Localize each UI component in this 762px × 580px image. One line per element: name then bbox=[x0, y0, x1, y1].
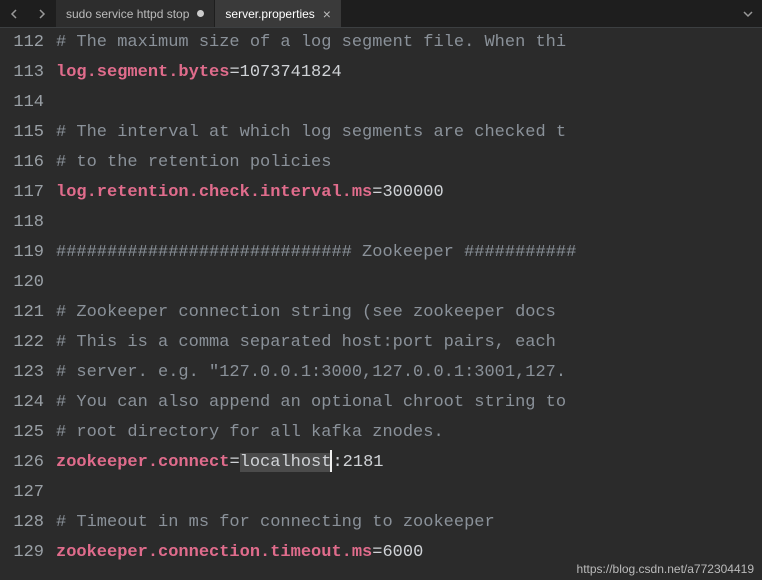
code-editor[interactable]: 1121131141151161171181191201211221231241… bbox=[0, 28, 762, 580]
selected-text: localhost bbox=[240, 453, 332, 472]
dirty-indicator-icon bbox=[197, 10, 204, 17]
code-line[interactable]: # server. e.g. "127.0.0.1:3000,127.0.0.1… bbox=[56, 358, 762, 388]
code-line[interactable]: # The maximum size of a log segment file… bbox=[56, 28, 762, 58]
code-line[interactable]: # You can also append an optional chroot… bbox=[56, 388, 762, 418]
tab-dropdown[interactable] bbox=[734, 0, 762, 27]
line-number: 123 bbox=[0, 358, 44, 388]
comment-text: # The interval at which log segments are… bbox=[56, 123, 566, 142]
line-number: 120 bbox=[0, 268, 44, 298]
property-value-rest: :2181 bbox=[332, 453, 383, 472]
line-number: 126 bbox=[0, 448, 44, 478]
tab-scroll-right[interactable] bbox=[28, 0, 56, 27]
comment-text: # root directory for all kafka znodes. bbox=[56, 423, 444, 442]
equals-op: = bbox=[229, 453, 239, 472]
property-value: 1073741824 bbox=[240, 63, 342, 82]
line-number: 129 bbox=[0, 538, 44, 568]
property-value: 300000 bbox=[382, 183, 443, 202]
tab-item-0[interactable]: sudo service httpd stop bbox=[56, 0, 215, 27]
equals-op: = bbox=[372, 543, 382, 562]
code-line[interactable]: zookeeper.connect=localhost:2181 bbox=[56, 448, 762, 478]
code-line[interactable] bbox=[56, 268, 762, 298]
property-value: 6000 bbox=[382, 543, 423, 562]
tab-bar: sudo service httpd stop server.propertie… bbox=[0, 0, 762, 28]
code-line[interactable] bbox=[56, 88, 762, 118]
tab-label: server.properties bbox=[225, 7, 314, 21]
chevron-right-icon bbox=[37, 9, 47, 19]
comment-text: # The maximum size of a log segment file… bbox=[56, 33, 566, 52]
code-line[interactable] bbox=[56, 208, 762, 238]
code-line[interactable]: # Timeout in ms for connecting to zookee… bbox=[56, 508, 762, 538]
comment-text: # to the retention policies bbox=[56, 153, 331, 172]
comment-text: # Zookeeper connection string (see zooke… bbox=[56, 303, 566, 322]
property-key: log.segment.bytes bbox=[56, 63, 229, 82]
line-number: 118 bbox=[0, 208, 44, 238]
line-number: 121 bbox=[0, 298, 44, 328]
line-number: 127 bbox=[0, 478, 44, 508]
code-content[interactable]: # The maximum size of a log segment file… bbox=[56, 28, 762, 580]
property-key: log.retention.check.interval.ms bbox=[56, 183, 372, 202]
comment-text: ############################# Zookeeper … bbox=[56, 243, 576, 262]
line-number: 119 bbox=[0, 238, 44, 268]
line-number: 114 bbox=[0, 88, 44, 118]
line-number: 112 bbox=[0, 28, 44, 58]
equals-op: = bbox=[372, 183, 382, 202]
tab-item-1[interactable]: server.properties × bbox=[215, 0, 342, 27]
tab-scroll-left[interactable] bbox=[0, 0, 28, 27]
code-line[interactable]: ############################# Zookeeper … bbox=[56, 238, 762, 268]
line-number: 125 bbox=[0, 418, 44, 448]
comment-text: # server. e.g. "127.0.0.1:3000,127.0.0.1… bbox=[56, 363, 566, 382]
line-number: 122 bbox=[0, 328, 44, 358]
code-line[interactable]: log.segment.bytes=1073741824 bbox=[56, 58, 762, 88]
property-key: zookeeper.connection.timeout.ms bbox=[56, 543, 372, 562]
tab-label: sudo service httpd stop bbox=[66, 7, 189, 21]
line-number: 115 bbox=[0, 118, 44, 148]
chevron-down-icon bbox=[743, 9, 753, 19]
equals-op: = bbox=[229, 63, 239, 82]
comment-text: # Timeout in ms for connecting to zookee… bbox=[56, 513, 495, 532]
line-number: 117 bbox=[0, 178, 44, 208]
property-key: zookeeper.connect bbox=[56, 453, 229, 472]
code-line[interactable]: # Zookeeper connection string (see zooke… bbox=[56, 298, 762, 328]
comment-text: # You can also append an optional chroot… bbox=[56, 393, 566, 412]
line-number: 113 bbox=[0, 58, 44, 88]
code-line[interactable]: # root directory for all kafka znodes. bbox=[56, 418, 762, 448]
watermark-text: https://blog.csdn.net/a772304419 bbox=[577, 562, 754, 576]
line-number: 116 bbox=[0, 148, 44, 178]
code-line[interactable]: # The interval at which log segments are… bbox=[56, 118, 762, 148]
chevron-left-icon bbox=[9, 9, 19, 19]
line-number: 128 bbox=[0, 508, 44, 538]
close-icon[interactable]: × bbox=[323, 7, 331, 21]
code-line[interactable]: # to the retention policies bbox=[56, 148, 762, 178]
line-number: 124 bbox=[0, 388, 44, 418]
code-line[interactable] bbox=[56, 478, 762, 508]
code-line[interactable]: log.retention.check.interval.ms=300000 bbox=[56, 178, 762, 208]
comment-text: # This is a comma separated host:port pa… bbox=[56, 333, 566, 352]
code-line[interactable]: # This is a comma separated host:port pa… bbox=[56, 328, 762, 358]
line-number-gutter: 1121131141151161171181191201211221231241… bbox=[0, 28, 56, 580]
